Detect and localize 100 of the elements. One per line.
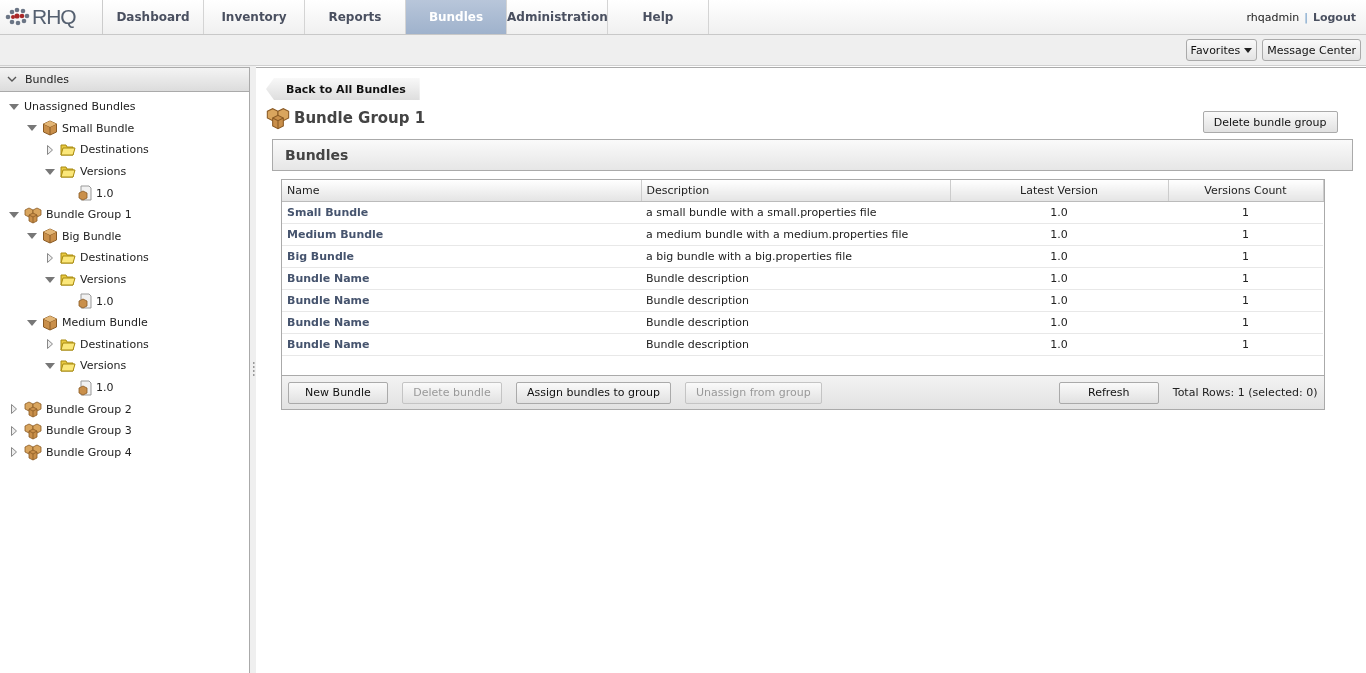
boxes-icon [24, 205, 42, 224]
column-header[interactable]: Versions Count [1168, 180, 1323, 202]
table-cell: Bundle description [641, 267, 950, 290]
boxes-icon [24, 421, 42, 440]
table-cell: 1 [1168, 223, 1323, 246]
message-center-button[interactable]: Message Center [1262, 39, 1361, 61]
expanded-arrow-icon[interactable] [27, 125, 37, 132]
tree-item[interactable]: 1.0 [96, 186, 114, 200]
expanded-arrow-icon[interactable] [27, 319, 37, 326]
file-icon [78, 185, 92, 202]
table-cell: 1 [1168, 311, 1323, 334]
tree-item[interactable]: Versions [80, 273, 127, 287]
table-cell: 1.0 [950, 267, 1168, 290]
tree-item[interactable]: Medium Bundle [62, 316, 148, 330]
boxes-icon [24, 400, 42, 419]
column-header[interactable]: Name [282, 180, 641, 202]
table-cell: Bundle description [641, 289, 950, 312]
tree-item[interactable]: Big Bundle [62, 229, 122, 243]
logout-link[interactable]: Logout [1312, 10, 1356, 24]
nav-tab[interactable]: Administration [507, 0, 608, 34]
table-cell: 1.0 [950, 201, 1168, 224]
logo-icon [4, 7, 30, 27]
expanded-arrow-icon[interactable] [45, 362, 55, 369]
file-icon [78, 379, 92, 396]
expanded-arrow-icon[interactable] [27, 233, 37, 240]
tree-item[interactable]: Bundle Group 4 [46, 445, 132, 459]
tree-item[interactable]: Destinations [80, 143, 149, 157]
toolbar-button[interactable]: Assign bundles to group [516, 381, 671, 404]
caret-icon [1244, 47, 1253, 53]
folder-icon [60, 336, 76, 352]
bundle-name-link[interactable]: Bundle Name [282, 289, 641, 312]
user-name: rhqadmin [1246, 10, 1300, 24]
bundle-name-link[interactable]: Big Bundle [282, 245, 641, 268]
favorites-button[interactable]: Favorites [1185, 39, 1258, 61]
collapsed-arrow-icon[interactable] [47, 145, 53, 155]
expanded-arrow-icon[interactable] [45, 276, 55, 283]
tree-item[interactable]: Unassigned Bundles [24, 100, 136, 114]
delete-group-button[interactable]: Delete bundle group [1202, 111, 1338, 133]
table-cell: Bundle description [641, 333, 950, 356]
folder-icon [60, 358, 76, 374]
table-cell: a big bundle with a big.properties file [641, 245, 950, 268]
section-header: Bundles [272, 139, 1353, 171]
table-cell: 1.0 [950, 333, 1168, 356]
column-header[interactable]: Description [641, 180, 950, 202]
tree-item[interactable]: Small Bundle [62, 121, 135, 135]
table-cell: 1.0 [950, 289, 1168, 312]
bundle-name-link[interactable]: Bundle Name [282, 333, 641, 356]
tree-item[interactable]: Destinations [80, 251, 149, 265]
box-icon [42, 314, 58, 331]
collapsed-arrow-icon[interactable] [11, 404, 17, 415]
bundle-name-link[interactable]: Small Bundle [282, 201, 641, 224]
boxes-icon [266, 106, 290, 130]
expanded-arrow-icon[interactable] [45, 168, 55, 175]
page-title: Bundle Group 1 [294, 109, 426, 127]
nav-tab[interactable]: Dashboard [103, 0, 204, 34]
folder-icon [60, 250, 76, 266]
folder-icon [60, 272, 76, 288]
table-cell: 1 [1168, 267, 1323, 290]
boxes-icon [24, 443, 42, 462]
folder-icon [60, 164, 76, 180]
nav-tab[interactable]: Inventory [204, 0, 305, 34]
tree-item[interactable]: Bundle Group 3 [46, 424, 132, 438]
tree-item[interactable]: Destinations [80, 337, 149, 351]
table-cell: 1 [1168, 201, 1323, 224]
panel-title: Bundles [25, 73, 70, 86]
tree-item[interactable]: 1.0 [96, 381, 114, 394]
row-count: Total Rows: 1 (selected: 0) [1172, 386, 1318, 399]
collapsed-arrow-icon[interactable] [11, 447, 17, 458]
tree-item[interactable]: Versions [80, 359, 127, 373]
collapse-icon[interactable] [7, 76, 17, 83]
nav-tab[interactable]: Help [608, 0, 709, 34]
table-cell: 1.0 [950, 223, 1168, 246]
toolbar-button[interactable]: New Bundle [288, 381, 388, 404]
table-cell: 1 [1168, 333, 1323, 356]
toolbar-button[interactable]: Refresh [1058, 381, 1159, 404]
table-cell: 1 [1168, 245, 1323, 268]
folder-icon [60, 142, 76, 158]
collapsed-arrow-icon[interactable] [47, 252, 53, 263]
column-header[interactable]: Latest Version [950, 180, 1168, 202]
table-cell: 1 [1168, 289, 1323, 312]
box-icon [42, 228, 58, 245]
collapsed-arrow-icon[interactable] [47, 339, 53, 350]
logo-text: RHQ [32, 5, 76, 29]
file-icon [78, 293, 92, 310]
tree-item[interactable]: Bundle Group 1 [46, 208, 132, 222]
tree-item[interactable]: 1.0 [96, 294, 114, 308]
back-button[interactable]: Back to All Bundles [266, 78, 420, 100]
table-cell: 1.0 [950, 311, 1168, 334]
bundle-name-link[interactable]: Bundle Name [282, 267, 641, 290]
bundle-name-link[interactable]: Bundle Name [282, 311, 641, 334]
collapsed-arrow-icon[interactable] [11, 425, 17, 436]
tree-item[interactable]: Bundle Group 2 [46, 402, 132, 416]
table-cell: Bundle description [641, 311, 950, 334]
box-icon [42, 120, 58, 137]
table-cell: 1.0 [950, 245, 1168, 268]
expanded-arrow-icon[interactable] [9, 103, 19, 110]
splitter-handle[interactable] [251, 362, 255, 378]
expanded-arrow-icon[interactable] [9, 211, 19, 218]
bundle-name-link[interactable]: Medium Bundle [282, 223, 641, 246]
tree-item[interactable]: Versions [80, 165, 127, 179]
